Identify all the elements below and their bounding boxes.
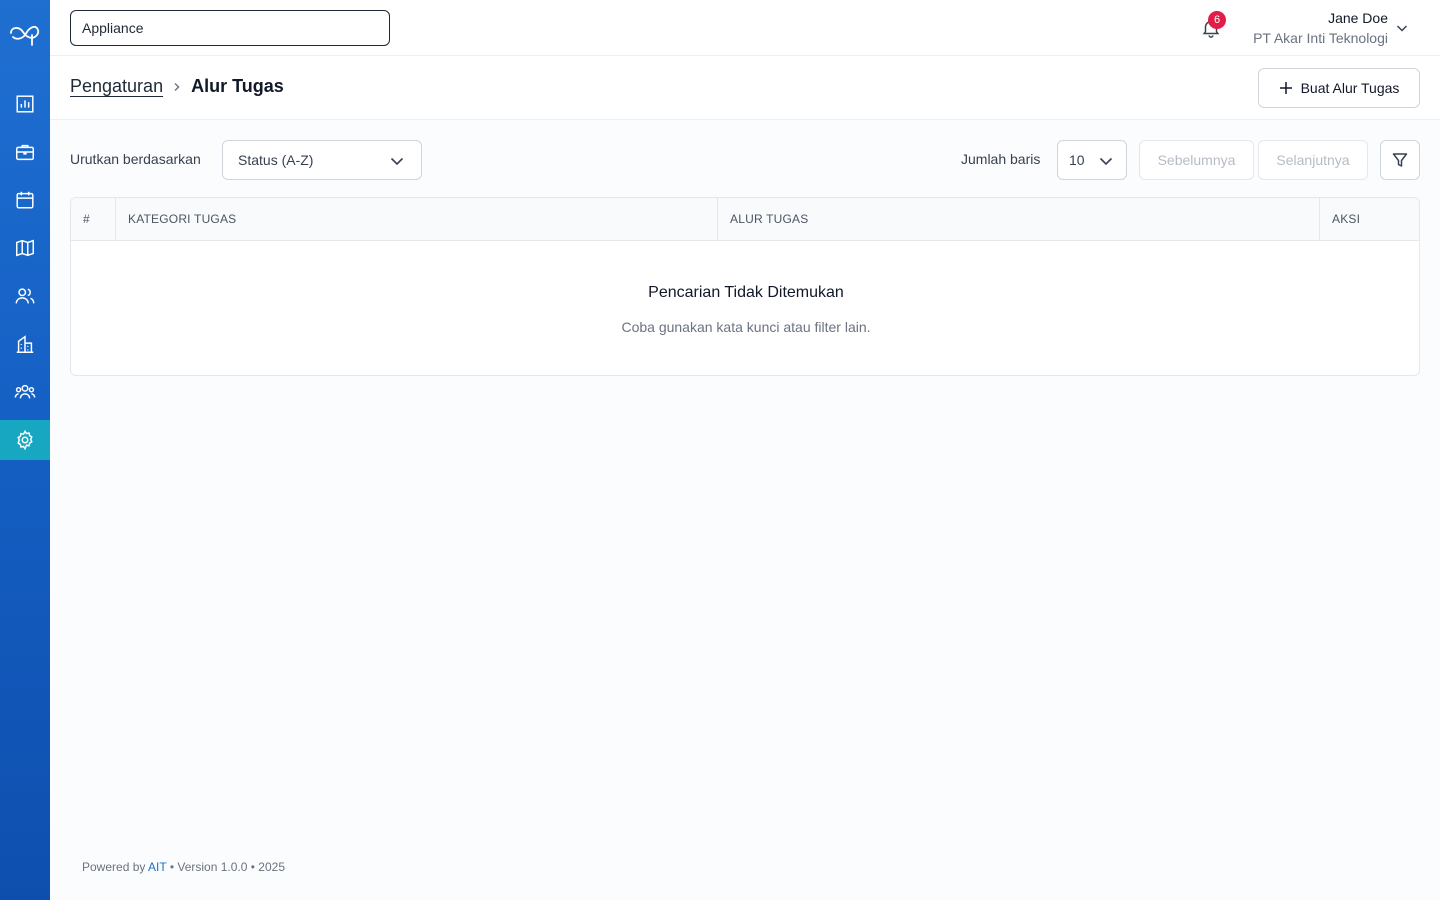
sidebar-item-settings[interactable] [0,420,50,460]
column-header-task-flow: ALUR TUGAS [718,198,1320,240]
column-header-number: # [71,198,116,240]
column-header-actions: AKSI [1332,212,1361,226]
column-header-task-category: KATEGORI TUGAS [116,198,718,240]
create-button-label: Buat Alur Tugas [1300,80,1400,96]
chevron-down-icon[interactable] [1394,20,1410,36]
page-header: Pengaturan Alur Tugas Buat Alur Tugas [50,56,1440,120]
rows-per-page-select[interactable]: 10 [1057,140,1127,180]
page-title: Alur Tugas [191,76,284,96]
breadcrumb: Pengaturan Alur Tugas [70,76,284,97]
sidebar [0,0,50,900]
team-icon [14,384,36,399]
calendar-icon [16,191,34,209]
footer-version: • Version 1.0.0 • 2025 [169,860,285,874]
empty-state-subtitle: Coba gunakan kata kunci atau filter lain… [621,319,871,335]
next-page-button[interactable]: Selanjutnya [1258,140,1368,180]
users-icon [15,288,35,304]
sidebar-item-map[interactable] [0,228,50,268]
infinity-logo-icon[interactable] [0,14,50,52]
gear-icon [17,429,33,451]
bar-chart-icon [16,95,34,113]
filter-button[interactable] [1380,140,1420,180]
footer-prefix: Powered by [82,860,146,874]
footer-brand-link[interactable]: AIT [148,860,166,874]
table-header: # KATEGORI TUGAS ALUR TUGAS AKSI [71,198,1419,241]
sort-select[interactable]: Status (A-Z) [222,140,422,180]
previous-page-button[interactable]: Sebelumnya [1139,140,1254,180]
plus-icon [1279,82,1292,94]
notification-badge: 6 [1208,11,1226,29]
sidebar-item-calendar[interactable] [0,180,50,220]
breadcrumb-parent-link[interactable]: Pengaturan [70,76,163,97]
create-task-flow-button[interactable]: Buat Alur Tugas [1258,68,1420,108]
sidebar-item-users[interactable] [0,276,50,316]
chevron-right-icon [171,81,183,93]
empty-state-title: Pencarian Tidak Ditemukan [648,284,844,301]
footer: Powered by AIT • Version 1.0.0 • 2025 [82,860,285,874]
top-header: 6 Jane Doe PT Akar Inti Teknologi [50,0,1440,56]
user-name: Jane Doe [1328,10,1388,26]
sidebar-item-dashboard[interactable] [0,84,50,124]
filter-icon [1392,153,1408,167]
chevron-down-icon [1099,157,1113,166]
chevron-down-icon [390,157,404,166]
sort-value: Status (A-Z) [238,152,314,168]
briefcase-icon [16,144,34,161]
search-input[interactable] [70,10,390,46]
building-icon [16,335,34,353]
rows-per-page-label: Jumlah baris [961,151,1041,167]
user-company: PT Akar Inti Teknologi [1253,30,1388,46]
user-menu[interactable]: Jane Doe PT Akar Inti Teknologi [1253,9,1388,49]
sidebar-item-jobs[interactable] [0,132,50,172]
sort-label: Urutkan berdasarkan [70,151,201,167]
rows-per-page-value: 10 [1069,152,1085,168]
sidebar-item-buildings[interactable] [0,324,50,364]
sidebar-item-teams[interactable] [0,372,50,412]
task-flow-table: # KATEGORI TUGAS ALUR TUGAS AKSI Pencari… [70,197,1420,376]
map-icon [16,239,34,257]
